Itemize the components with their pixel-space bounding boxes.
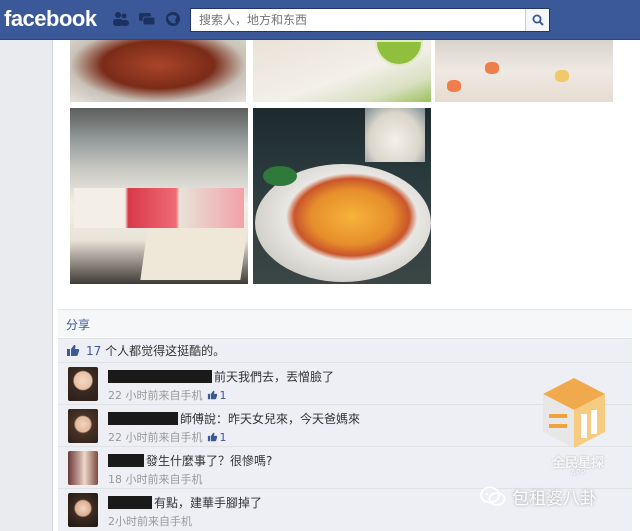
like-number: 1 xyxy=(219,388,227,402)
messages-icon[interactable] xyxy=(138,10,156,28)
left-gutter xyxy=(0,40,52,531)
avatar[interactable] xyxy=(68,493,98,527)
photo-sushi-board[interactable] xyxy=(435,40,613,102)
redacted-name xyxy=(108,412,178,425)
sashimi-tray xyxy=(74,188,244,228)
search-button[interactable] xyxy=(525,9,549,31)
thumbs-up-icon xyxy=(207,390,217,400)
like-number: 1 xyxy=(219,430,227,444)
globe-icon[interactable] xyxy=(164,10,182,28)
comment-time[interactable]: 22 小时前来自手机 xyxy=(108,429,203,445)
facebook-logo[interactable]: facebook xyxy=(4,6,97,32)
likes-count: 17 xyxy=(86,344,102,358)
redacted-name xyxy=(108,454,144,467)
search-bar xyxy=(190,8,550,32)
comment-text: 發生什麼事了？很慘嗎? xyxy=(146,454,273,468)
friends-icon[interactable] xyxy=(112,10,130,28)
photo-braised-pork[interactable] xyxy=(70,40,246,102)
wechat-icon xyxy=(480,486,506,506)
watermark-account: 包租婆八卦 xyxy=(480,484,597,509)
avatar[interactable] xyxy=(68,409,98,443)
comment-time[interactable]: 2小时前来自手机 xyxy=(108,513,192,529)
serving-plate xyxy=(140,228,248,280)
thumbs-up-icon xyxy=(207,432,217,442)
likes-summary: 17 个人都觉得这挺酷的。 xyxy=(58,338,632,362)
garnish-greens xyxy=(263,166,297,186)
likes-text[interactable]: 17 个人都觉得这挺酷的。 xyxy=(86,342,225,359)
ceramic-vase xyxy=(365,108,425,162)
notification-icons xyxy=(112,10,182,28)
app-watermark-logo xyxy=(543,378,605,448)
sushi-piece xyxy=(555,70,569,82)
comment-like-count[interactable]: 1 xyxy=(207,431,227,444)
photo-plate-lime[interactable] xyxy=(253,40,431,102)
comment-text: 有點，建華手腳掉了 xyxy=(154,496,263,510)
redacted-name xyxy=(108,496,152,509)
comment-like-count[interactable]: 1 xyxy=(207,389,227,402)
search-icon xyxy=(532,14,544,26)
thumbs-up-icon xyxy=(67,344,80,356)
top-bar: facebook xyxy=(0,0,640,40)
sushi-piece xyxy=(447,80,461,92)
avatar[interactable] xyxy=(68,451,98,485)
lime-slice xyxy=(375,40,423,66)
photo-grilled-lobster[interactable] xyxy=(253,108,431,284)
watermark-app-tag: APP xyxy=(570,468,586,477)
search-input[interactable] xyxy=(191,13,525,27)
watermark-account-name: 包租婆八卦 xyxy=(512,489,597,509)
comment-text: 前天我們去，丟憎臉了 xyxy=(214,370,335,384)
comment-time[interactable]: 22 小时前来自手机 xyxy=(108,387,203,403)
sushi-piece xyxy=(485,62,499,74)
comment-time[interactable]: 18 小时前来自手机 xyxy=(108,471,203,487)
likes-suffix: 个人都觉得这挺酷的。 xyxy=(105,344,226,358)
comment-text: 師傅說：昨天女兒來，今天爸媽來 xyxy=(180,412,361,426)
redacted-name xyxy=(108,370,212,383)
share-bar: 分享 xyxy=(58,309,632,337)
share-link[interactable]: 分享 xyxy=(66,316,90,333)
avatar[interactable] xyxy=(68,367,98,401)
photo-sushi-counter[interactable] xyxy=(70,108,248,284)
